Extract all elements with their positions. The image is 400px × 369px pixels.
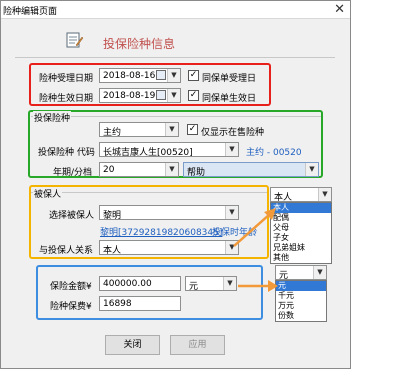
unit-option[interactable]: 千元	[276, 291, 326, 301]
accept-same-checkbox[interactable]: ✓	[188, 70, 199, 81]
period-label: 年期/分档	[53, 168, 93, 178]
insured-group-title: 被保人	[33, 187, 63, 200]
effective-date-field[interactable]: 2018-08-19 ▼	[99, 88, 181, 103]
effective-same-checkbox[interactable]: ✓	[188, 90, 199, 101]
group-divider	[31, 116, 321, 117]
accept-date-label: 险种受理日期	[39, 74, 94, 84]
calendar-icon[interactable]	[156, 70, 166, 80]
chevron-down-icon[interactable]: ▼	[165, 123, 178, 136]
policy-type-select[interactable]: 主约 ▼	[99, 122, 179, 137]
chevron-down-icon[interactable]: ▼	[313, 266, 326, 279]
policy-group-title: 投保险种	[33, 111, 72, 124]
unit-option[interactable]: 份数	[276, 311, 326, 321]
close-button[interactable]: 关闭	[105, 335, 160, 355]
period-select[interactable]: 20 ▼	[99, 162, 179, 177]
page-title: 投保险种信息	[103, 37, 176, 51]
select-insured-field[interactable]: 黎明 ▼	[99, 205, 239, 220]
only-show-label: 仅显示在售险种	[201, 128, 265, 138]
insured-id-link[interactable]: 黎明[37292819820608345]	[100, 225, 222, 238]
chevron-down-icon[interactable]: ▼	[318, 188, 331, 201]
effective-date-label: 险种生效日期	[39, 94, 94, 104]
unit-dropdown-field[interactable]: 元 ▼	[275, 265, 327, 280]
apply-button[interactable]: 应用	[170, 335, 225, 355]
policy-code-note: 主约 - 00520	[246, 148, 302, 158]
relation-option[interactable]: 其他	[271, 253, 331, 263]
unit-dropdown-list: 元 千元 万元 份数	[275, 280, 327, 322]
window-title: 险种编辑页面	[3, 7, 58, 17]
select-insured-label: 选择被保人	[49, 211, 95, 221]
premium-field[interactable]: 16898	[99, 296, 181, 311]
relation-label: 与投保人关系	[39, 246, 94, 256]
relation-select[interactable]: 本人 ▼	[99, 240, 239, 255]
premium-label: 险种保费¥	[50, 302, 92, 312]
chevron-down-icon[interactable]: ▼	[223, 277, 236, 290]
accept-date-field[interactable]: 2018-08-16 ▼	[99, 68, 181, 83]
help-select[interactable]: 帮助 ▼	[183, 162, 319, 178]
amount-label: 保险金额¥	[50, 282, 92, 292]
chevron-down-icon[interactable]: ▼	[225, 143, 238, 156]
calendar-icon[interactable]	[156, 90, 166, 100]
unit-option[interactable]: 元	[276, 281, 326, 291]
group-divider	[31, 192, 267, 193]
chevron-down-icon[interactable]: ▼	[165, 163, 178, 176]
chevron-down-icon[interactable]: ▼	[167, 69, 180, 82]
accept-same-label: 同保单受理日	[202, 74, 257, 84]
title-bar: 险种编辑页面 ✕	[1, 1, 350, 19]
policy-code-select[interactable]: 长城吉康人生[00520] ▼	[99, 142, 239, 157]
chevron-down-icon[interactable]: ▼	[167, 89, 180, 102]
close-icon[interactable]: ✕	[334, 2, 345, 17]
header-divider	[15, 57, 335, 58]
amount-field[interactable]: 400000.00	[99, 276, 181, 291]
unit-select[interactable]: 元 ▼	[185, 276, 237, 291]
chevron-down-icon[interactable]: ▼	[305, 163, 318, 176]
relation-arrow-icon	[233, 208, 276, 247]
unit-option[interactable]: 万元	[276, 301, 326, 311]
edit-document-icon	[66, 32, 83, 48]
effective-same-label: 同保单生效日	[202, 94, 257, 104]
policy-code-label: 投保险种 代码	[38, 148, 95, 158]
unit-arrow-icon	[238, 280, 278, 292]
only-show-checkbox[interactable]: ✓	[187, 124, 198, 135]
